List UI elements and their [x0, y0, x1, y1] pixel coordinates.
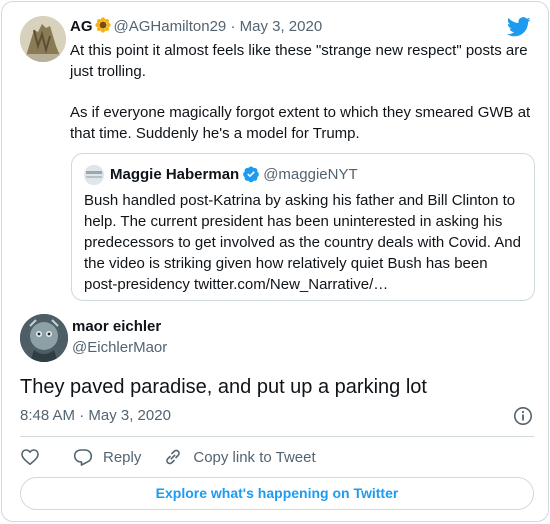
parent-tweet-paragraph-1: At this point it almost feels like these… [70, 42, 528, 80]
divider [20, 436, 534, 437]
main-tweet-timestamp[interactable]: 8:48 AM · May 3, 2020 [20, 406, 171, 426]
parent-author-name[interactable]: AG [70, 18, 93, 35]
sunflower-emoji-icon [94, 17, 111, 33]
main-author-avatar[interactable] [20, 314, 68, 362]
quoted-tweet-card[interactable]: Maggie Haberman @maggieNYT Bush handled … [71, 153, 535, 301]
meta-separator: · [230, 18, 236, 35]
twitter-logo-icon[interactable] [507, 17, 531, 37]
reply-label: Reply [103, 448, 142, 466]
quoted-author-name: Maggie Haberman [110, 166, 240, 183]
ag-avatar[interactable] [20, 16, 66, 62]
quoted-author-handle: @maggieNYT [263, 166, 358, 183]
parent-tweet-header: AG @AGHamilton29 · May 3, 2020 [70, 17, 322, 37]
parent-tweet-date[interactable]: May 3, 2020 [240, 18, 323, 35]
explore-twitter-button[interactable]: Explore what's happening on Twitter [20, 477, 534, 510]
heart-icon [21, 449, 39, 465]
main-author-handle[interactable]: @EichlerMaor [72, 338, 167, 358]
link-icon [166, 449, 181, 465]
main-tweet-text: They paved paradise, and put up a parkin… [20, 376, 427, 398]
reply-button[interactable]: Reply [73, 447, 141, 467]
copy-link-label: Copy link to Tweet [193, 448, 316, 466]
info-icon[interactable] [513, 406, 533, 426]
tweet-actions: Reply Copy link to Tweet [20, 446, 316, 468]
quoted-author-avatar [84, 165, 104, 185]
copy-link-button[interactable]: Copy link to Tweet [163, 447, 316, 467]
parent-tweet-text: At this point it almost feels like these… [70, 40, 540, 144]
tweet-embed-card: AG @AGHamilton29 · May 3, 2020 At this p… [1, 1, 549, 522]
parent-author-handle[interactable]: @AGHamilton29 [114, 18, 227, 35]
quoted-tweet-text: Bush handled post-Katrina by asking his … [84, 192, 521, 293]
reply-icon [73, 449, 93, 466]
like-button[interactable] [20, 447, 40, 467]
quoted-tweet-header: Maggie Haberman @maggieNYT [110, 165, 358, 185]
verified-badge-icon [243, 166, 260, 183]
parent-tweet-paragraph-2: As if everyone magically forgot extent t… [70, 104, 531, 142]
main-author-name[interactable]: maor eichler [72, 317, 161, 337]
